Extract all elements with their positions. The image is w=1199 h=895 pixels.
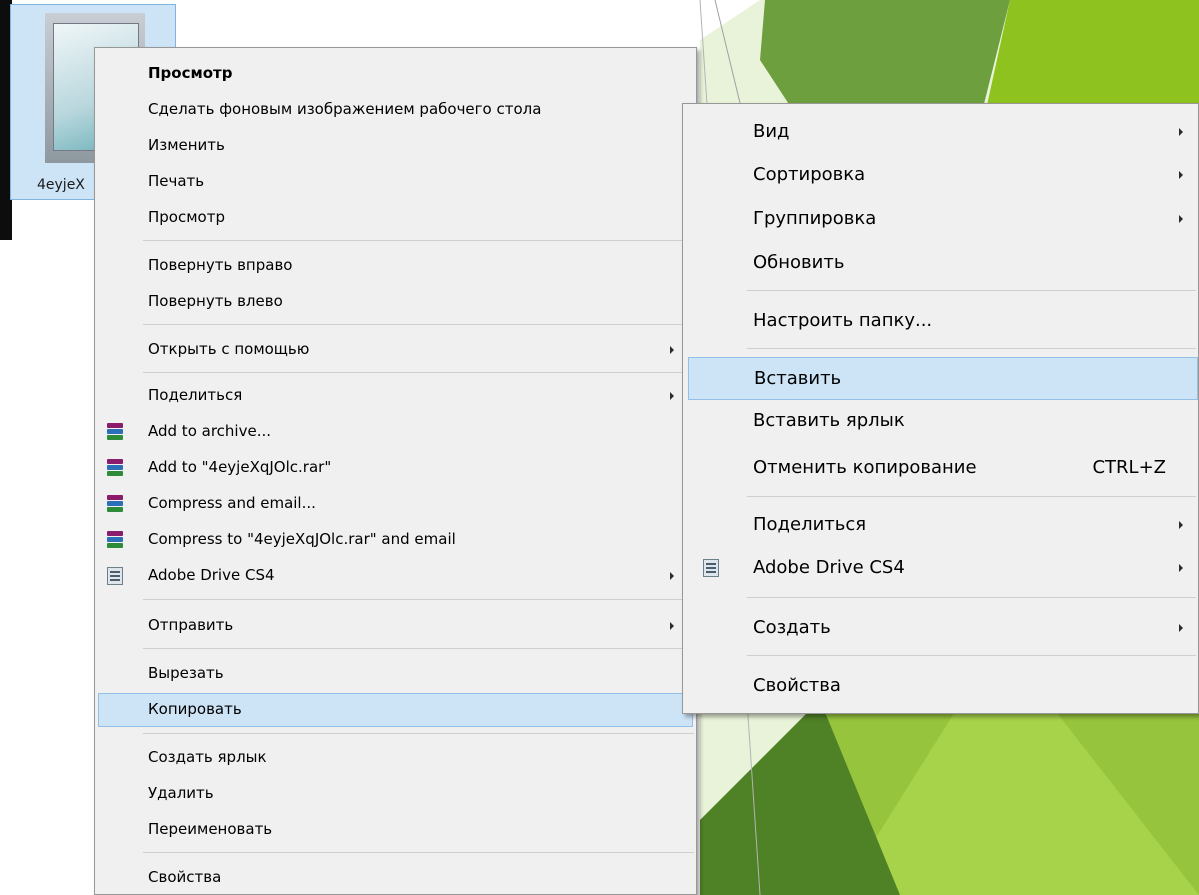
menu-separator bbox=[143, 852, 694, 853]
menu-item-label: Открыть с помощью bbox=[148, 340, 310, 358]
menu-item-compress-to-rar-email[interactable]: Compress to "4eyjeXqJOlc.rar" and email bbox=[95, 525, 696, 555]
menu-item-new[interactable]: Создать bbox=[683, 610, 1198, 646]
menu-item-label: Переименовать bbox=[148, 820, 273, 838]
menu-item-label: Создать bbox=[753, 617, 831, 638]
winrar-icon bbox=[107, 495, 123, 513]
menu-item-set-wallpaper[interactable]: Сделать фоновым изображением рабочего ст… bbox=[95, 95, 696, 125]
menu-item-label: Печать bbox=[148, 172, 205, 190]
menu-item-label: Вид bbox=[753, 121, 790, 142]
adobe-drive-icon bbox=[703, 559, 719, 577]
menu-item-label: Вырезать bbox=[148, 664, 224, 682]
menu-item-label: Вставить bbox=[754, 368, 842, 389]
menu-separator bbox=[747, 597, 1196, 598]
menu-item-properties[interactable]: Свойства bbox=[683, 668, 1198, 704]
menu-item-add-to-archive[interactable]: Add to archive... bbox=[95, 417, 696, 447]
menu-item-label: Compress and email... bbox=[148, 494, 316, 512]
menu-separator bbox=[143, 648, 694, 649]
menu-item-label: Adobe Drive CS4 bbox=[148, 566, 275, 584]
menu-item-print[interactable]: Печать bbox=[95, 167, 696, 197]
menu-item-label: Поделиться bbox=[148, 386, 243, 404]
submenu-arrow-icon bbox=[670, 622, 674, 630]
menu-item-label: Сделать фоновым изображением рабочего ст… bbox=[148, 100, 542, 118]
menu-item-label: Повернуть вправо bbox=[148, 256, 293, 274]
menu-item-properties[interactable]: Свойства bbox=[95, 863, 696, 893]
menu-item-label: Группировка bbox=[753, 208, 877, 229]
menu-item-label: Настроить папку... bbox=[753, 310, 933, 331]
menu-item-rename[interactable]: Переименовать bbox=[95, 815, 696, 845]
menu-item-paste-shortcut[interactable]: Вставить ярлык bbox=[683, 403, 1198, 439]
menu-item-label: Просмотр bbox=[148, 64, 233, 82]
menu-item-cut[interactable]: Вырезать bbox=[95, 659, 696, 689]
menu-item-rotate-left[interactable]: Повернуть влево bbox=[95, 287, 696, 317]
menu-item-label: Поделиться bbox=[753, 514, 867, 535]
menu-item-add-to-rar[interactable]: Add to "4eyjeXqJOlc.rar" bbox=[95, 453, 696, 483]
menu-item-open-with[interactable]: Открыть с помощью bbox=[95, 335, 696, 365]
menu-item-label: Add to archive... bbox=[148, 422, 271, 440]
submenu-arrow-icon bbox=[670, 346, 674, 354]
menu-item-share[interactable]: Поделиться bbox=[95, 381, 696, 411]
menu-item-label: Add to "4eyjeXqJOlc.rar" bbox=[148, 458, 332, 476]
menu-item-group[interactable]: Группировка bbox=[683, 201, 1198, 237]
menu-item-label: Отменить копирование bbox=[753, 457, 977, 478]
menu-item-delete[interactable]: Удалить bbox=[95, 779, 696, 809]
winrar-icon bbox=[107, 423, 123, 441]
menu-item-preview-default[interactable]: Просмотр bbox=[95, 59, 696, 89]
winrar-icon bbox=[107, 459, 123, 477]
menu-item-send-to[interactable]: Отправить bbox=[95, 611, 696, 641]
menu-item-label: Отправить bbox=[148, 616, 234, 634]
winrar-icon bbox=[107, 531, 123, 549]
menu-item-label: Вставить ярлык bbox=[753, 410, 905, 431]
menu-separator bbox=[143, 372, 694, 373]
menu-item-share[interactable]: Поделиться bbox=[683, 507, 1198, 543]
menu-item-label: Удалить bbox=[148, 784, 214, 802]
menu-item-label: Повернуть влево bbox=[148, 292, 283, 310]
menu-item-adobe-drive[interactable]: Adobe Drive CS4 bbox=[95, 561, 696, 591]
menu-item-label: Создать ярлык bbox=[148, 748, 267, 766]
menu-item-label: Просмотр bbox=[148, 208, 225, 226]
menu-item-label: Обновить bbox=[753, 252, 845, 273]
menu-separator bbox=[747, 655, 1196, 656]
adobe-drive-icon bbox=[107, 567, 123, 585]
menu-item-edit[interactable]: Изменить bbox=[95, 131, 696, 161]
file-context-menu: Просмотр Сделать фоновым изображением ра… bbox=[94, 47, 697, 895]
menu-separator bbox=[143, 324, 694, 325]
menu-item-copy[interactable]: Копировать bbox=[98, 693, 693, 727]
desktop-context-menu: Вид Сортировка Группировка Обновить Наст… bbox=[682, 103, 1199, 714]
menu-item-rotate-right[interactable]: Повернуть вправо bbox=[95, 251, 696, 281]
menu-item-create-shortcut[interactable]: Создать ярлык bbox=[95, 743, 696, 773]
menu-item-label: Compress to "4eyjeXqJOlc.rar" and email bbox=[148, 530, 456, 548]
menu-separator bbox=[747, 348, 1196, 349]
submenu-arrow-icon bbox=[670, 572, 674, 580]
menu-item-refresh[interactable]: Обновить bbox=[683, 245, 1198, 281]
menu-item-view[interactable]: Вид bbox=[683, 114, 1198, 150]
submenu-arrow-icon bbox=[1179, 624, 1183, 632]
menu-item-adobe-drive[interactable]: Adobe Drive CS4 bbox=[683, 550, 1198, 586]
shortcut-label: CTRL+Z bbox=[1092, 457, 1166, 478]
menu-item-label: Копировать bbox=[148, 700, 242, 718]
menu-item-label: Свойства bbox=[753, 675, 841, 696]
menu-item-preview[interactable]: Просмотр bbox=[95, 203, 696, 233]
menu-separator bbox=[143, 599, 694, 600]
menu-separator bbox=[143, 240, 694, 241]
submenu-arrow-icon bbox=[1179, 521, 1183, 529]
submenu-arrow-icon bbox=[1179, 215, 1183, 223]
submenu-arrow-icon bbox=[670, 392, 674, 400]
menu-item-label: Свойства bbox=[148, 868, 222, 886]
file-name-label: 4eyjeX bbox=[37, 177, 85, 193]
menu-item-paste[interactable]: Вставить bbox=[688, 357, 1198, 400]
menu-item-customize-folder[interactable]: Настроить папку... bbox=[683, 303, 1198, 339]
menu-separator bbox=[747, 290, 1196, 291]
menu-separator bbox=[143, 733, 694, 734]
menu-item-compress-email[interactable]: Compress and email... bbox=[95, 489, 696, 519]
menu-item-label: Сортировка bbox=[753, 164, 866, 185]
submenu-arrow-icon bbox=[1179, 171, 1183, 179]
menu-item-undo-copy[interactable]: Отменить копирование CTRL+Z bbox=[683, 450, 1198, 486]
submenu-arrow-icon bbox=[1179, 128, 1183, 136]
menu-item-label: Adobe Drive CS4 bbox=[753, 557, 905, 578]
menu-separator bbox=[747, 496, 1196, 497]
menu-item-sort[interactable]: Сортировка bbox=[683, 157, 1198, 193]
submenu-arrow-icon bbox=[1179, 564, 1183, 572]
menu-item-label: Изменить bbox=[148, 136, 225, 154]
